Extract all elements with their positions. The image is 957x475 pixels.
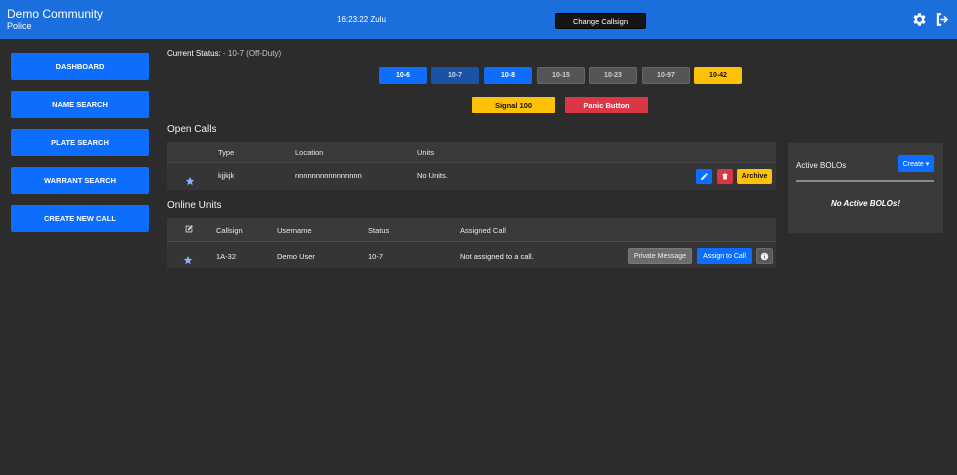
current-status: Current Status: - 10-7 (Off-Duty) (167, 49, 281, 58)
status-code-10-6[interactable]: 10-6 (379, 67, 427, 84)
online-units-table: Callsign Username Status Assigned Call 1… (167, 218, 776, 268)
col-username: Username (277, 226, 312, 235)
edit-icon (184, 224, 194, 236)
sidebar-item-create-new-call[interactable]: CREATE NEW CALL (11, 205, 149, 232)
private-message-button[interactable]: Private Message (628, 248, 692, 264)
delete-call-button[interactable] (717, 169, 733, 184)
sidebar-item-name-search[interactable]: NAME SEARCH (11, 91, 149, 118)
status-code-10-7[interactable]: 10-7 (431, 67, 479, 84)
status-code-10-8[interactable]: 10-8 (484, 67, 532, 84)
create-bolo-button[interactable]: Create ▾ (898, 155, 934, 172)
current-status-value: - 10-7 (Off-Duty) (223, 49, 282, 58)
col-assigned-call: Assigned Call (460, 226, 506, 235)
col-status: Status (368, 226, 390, 235)
star-icon[interactable] (183, 252, 193, 265)
open-calls-header: Type Location Units (167, 142, 776, 163)
sidebar-item-plate-search[interactable]: PLATE SEARCH (11, 129, 149, 156)
logout-icon[interactable] (934, 11, 951, 28)
unit-assigned-call: Not assigned to a call. (460, 252, 534, 261)
col-units: Units (417, 148, 435, 157)
edit-call-button[interactable] (696, 169, 712, 184)
status-code-10-15[interactable]: 10-15 (537, 67, 585, 84)
department-name: Police (7, 21, 32, 31)
unit-callsign: 1A-32 (216, 252, 237, 261)
archive-call-button[interactable]: Archive (737, 169, 772, 184)
active-bolos-panel: Active BOLOs Create ▾ No Active BOLOs! (788, 143, 943, 233)
trash-icon (722, 173, 728, 180)
col-type: Type (218, 148, 235, 157)
call-units: No Units. (417, 171, 448, 180)
status-code-10-97[interactable]: 10-97 (642, 67, 690, 84)
status-code-10-42[interactable]: 10-42 (694, 67, 742, 84)
status-code-10-23[interactable]: 10-23 (589, 67, 637, 84)
open-calls-table: Type Location Units kjjkjk nnnnnnnnnnnnn… (167, 142, 776, 190)
gear-icon[interactable] (911, 11, 928, 28)
signal-100-button[interactable]: Signal 100 (472, 97, 555, 113)
current-status-label: Current Status: (167, 49, 221, 58)
call-location: nnnnnnnnnnnnnnnn (295, 171, 362, 180)
community-name: Demo Community (7, 7, 104, 21)
col-callsign: Callsign (216, 226, 243, 235)
sidebar-item-dashboard[interactable]: DASHBOARD (11, 53, 149, 80)
info-icon (760, 252, 769, 261)
assign-to-call-button[interactable]: Assign to Call (697, 248, 752, 264)
unit-info-button[interactable] (756, 248, 773, 264)
col-location: Location (295, 148, 324, 157)
online-units-title: Online Units (167, 200, 222, 211)
open-calls-title: Open Calls (167, 124, 217, 135)
unit-status: 10-7 (368, 252, 384, 261)
edit-icon (700, 173, 708, 180)
online-units-header: Callsign Username Status Assigned Call (167, 218, 776, 242)
call-type: kjjkjk (218, 171, 235, 180)
panic-button[interactable]: Panic Button (565, 97, 648, 113)
sidebar-item-warrant-search[interactable]: WARRANT SEARCH (11, 167, 149, 194)
divider (796, 180, 934, 182)
unit-username: Demo User (277, 252, 315, 261)
change-callsign-button[interactable]: Change Callsign (555, 13, 646, 29)
active-bolos-title: Active BOLOs (796, 161, 847, 170)
no-bolos-message: No Active BOLOs! (830, 199, 901, 208)
star-icon[interactable] (185, 173, 195, 186)
top-navbar: Demo Community Police 16:23:22 Zulu Chan… (0, 0, 957, 39)
zulu-clock: 16:23:22 Zulu (337, 15, 386, 24)
